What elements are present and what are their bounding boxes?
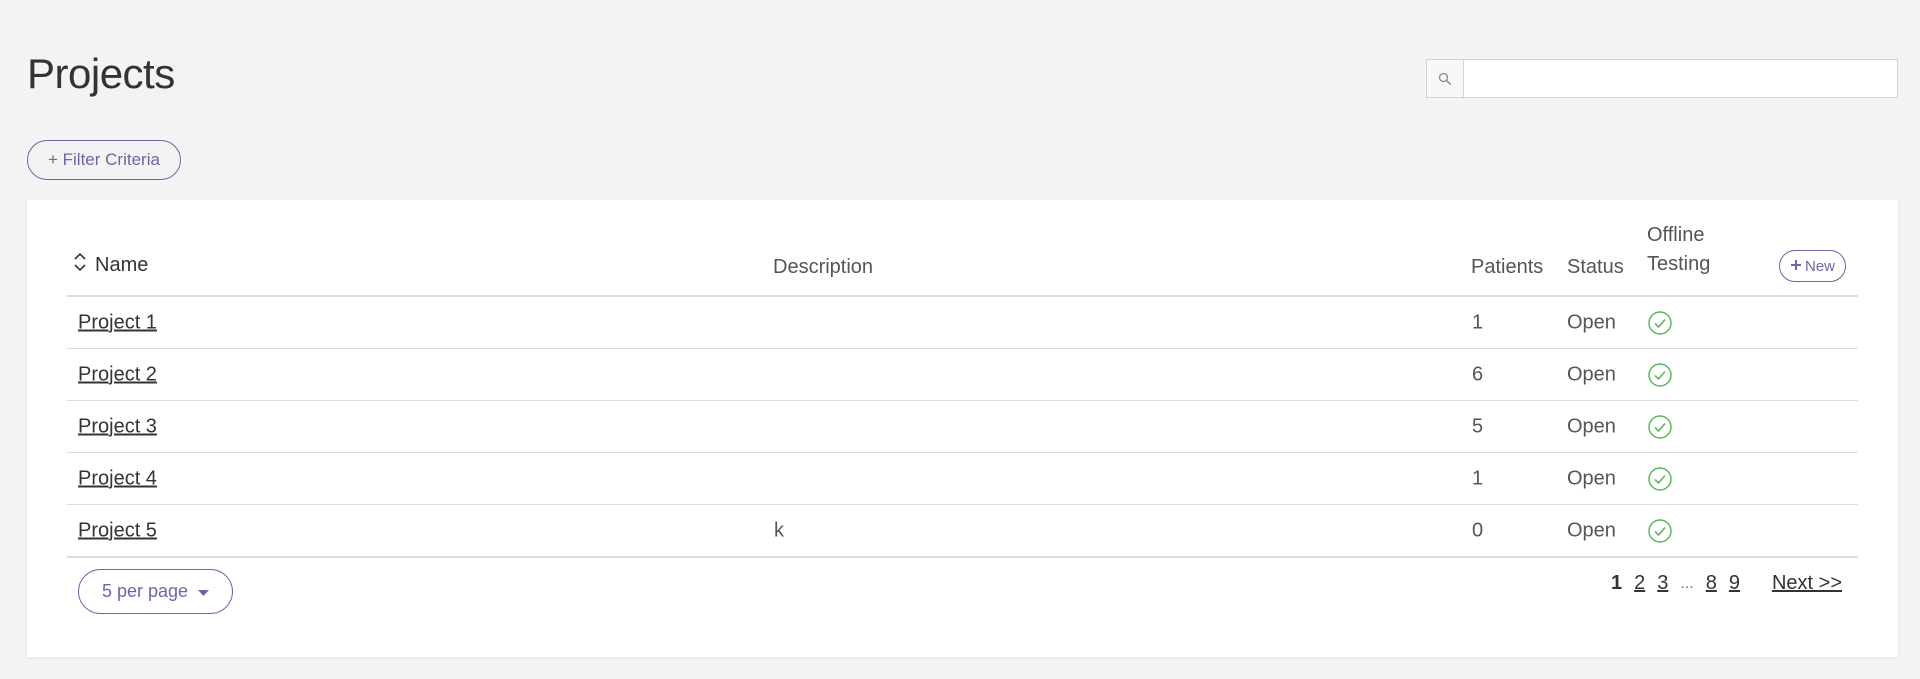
table-row: Project 2 6 Open [67,349,1858,401]
row-status: Open [1567,415,1616,437]
row-patients: 5 [1472,415,1484,437]
project-link[interactable]: Project 1 [78,311,157,333]
new-project-button[interactable]: New [1779,250,1847,282]
check-icon [1647,414,1673,440]
column-header-name[interactable]: Name [73,251,148,279]
column-header-description: Description [773,256,874,278]
row-description: k [774,519,784,541]
check-icon [1647,362,1673,388]
sort-icon[interactable] [73,251,87,279]
page-ellipsis: ... [1680,574,1694,592]
pagination: 1 2 3 ... 8 9 Next >> [1611,572,1842,595]
page-link[interactable]: 3 [1657,572,1668,595]
row-status: Open [1567,467,1616,489]
plus-icon [1790,258,1802,275]
new-button-label: New [1805,257,1836,275]
row-patients: 6 [1472,363,1484,385]
caret-down-icon [198,581,210,602]
search-icon [1426,59,1464,98]
table-row: Project 3 5 Open [67,401,1858,453]
search-bar [1426,59,1898,98]
filter-criteria-button[interactable]: + Filter Criteria [27,140,181,180]
check-icon [1647,518,1673,544]
table-header: Name Description Patients Status Offline… [67,220,1858,297]
page-current: 1 [1610,572,1623,594]
next-page-link[interactable]: Next >> [1772,572,1842,595]
row-patients: 0 [1472,519,1484,541]
table-row: Project 4 1 Open [67,453,1858,505]
search-input[interactable] [1464,59,1898,98]
column-header-offline-line1: Offline [1647,224,1705,246]
project-link[interactable]: Project 4 [78,467,157,489]
page-title: Projects [27,50,175,97]
page-link[interactable]: 9 [1729,572,1740,595]
column-header-status: Status [1567,256,1624,278]
row-patients: 1 [1472,311,1484,333]
per-page-select[interactable]: 5 per page [78,569,233,614]
column-header-patients: Patients [1471,256,1544,278]
project-link[interactable]: Project 2 [78,363,157,385]
row-status: Open [1567,311,1616,333]
table-row: Project 5 k 0 Open [67,505,1858,558]
column-header-name-label: Name [95,253,149,276]
check-icon [1647,466,1673,492]
per-page-label: 5 per page [101,581,189,601]
projects-table: Name Description Patients Status Offline… [67,220,1858,618]
table-body: Project 1 1 Open Project 2 6 Open Projec… [67,297,1858,558]
column-header-offline-line2: Testing [1647,253,1711,275]
project-link[interactable]: Project 3 [78,415,157,437]
check-icon [1647,310,1673,336]
row-patients: 1 [1472,467,1484,489]
page-link[interactable]: 8 [1706,572,1717,595]
table-footer: 5 per page 1 2 3 ... 8 9 Next >> [67,558,1858,618]
projects-card: Name Description Patients Status Offline… [27,200,1898,657]
row-status: Open [1567,519,1616,541]
project-link[interactable]: Project 5 [78,519,157,541]
row-status: Open [1567,363,1616,385]
table-row: Project 1 1 Open [67,297,1858,349]
column-header-offline-testing: Offline Testing [1647,221,1710,279]
page-link[interactable]: 2 [1634,572,1645,595]
